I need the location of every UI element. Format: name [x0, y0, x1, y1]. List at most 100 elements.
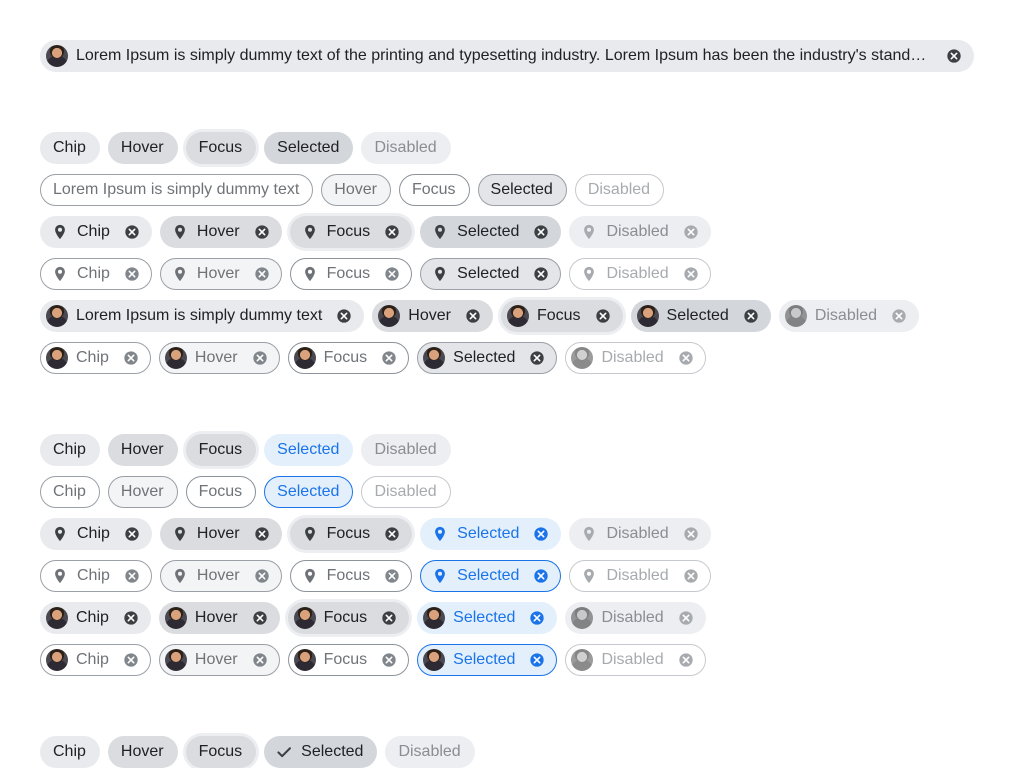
- chip-default[interactable]: Chip: [40, 342, 151, 374]
- close-circle-icon[interactable]: [533, 526, 549, 542]
- chip-label: Focus: [411, 181, 456, 198]
- chip-default[interactable]: Chip: [40, 258, 152, 290]
- close-circle-icon[interactable]: [252, 610, 268, 626]
- chip-focus[interactable]: Focus: [185, 132, 257, 164]
- close-circle-icon[interactable]: [743, 308, 759, 324]
- chip-hover[interactable]: Hover: [107, 736, 178, 768]
- close-circle-icon[interactable]: [529, 350, 545, 366]
- chip-selected[interactable]: Selected: [264, 434, 354, 466]
- chip-hover[interactable]: Hover: [159, 518, 282, 550]
- chip-focus[interactable]: Focus: [287, 342, 410, 374]
- close-circle-icon[interactable]: [124, 224, 140, 240]
- chip-hover[interactable]: Hover: [158, 602, 280, 634]
- chip-default[interactable]: Chip: [40, 736, 100, 768]
- chip-selected[interactable]: Selected: [420, 258, 562, 290]
- close-circle-icon: [683, 224, 699, 240]
- chip-focus[interactable]: Focus: [398, 174, 470, 206]
- chip-default[interactable]: Chip: [40, 476, 100, 508]
- close-circle-icon[interactable]: [946, 48, 962, 64]
- chip-default[interactable]: Chip: [40, 216, 152, 248]
- chip-disabled: Disabled: [565, 342, 706, 374]
- chip-disabled: Disabled: [569, 216, 711, 248]
- chip-label: Focus: [326, 525, 371, 542]
- chip-selected[interactable]: Selected: [264, 476, 354, 508]
- long-text-chip[interactable]: Lorem Ipsum is simply dummy text of the …: [40, 40, 974, 72]
- chip-hover[interactable]: Hover: [107, 476, 178, 508]
- chip-default[interactable]: Chip: [40, 434, 100, 466]
- chip-focus[interactable]: Focus: [185, 434, 257, 466]
- chip-hover[interactable]: Hover: [372, 300, 493, 332]
- close-circle-icon[interactable]: [123, 350, 139, 366]
- chip-focus[interactable]: Focus: [185, 736, 257, 768]
- chip-selected[interactable]: Selected: [417, 602, 558, 634]
- chip-focus[interactable]: Focus: [289, 216, 413, 248]
- chip-selected[interactable]: Selected: [420, 518, 562, 550]
- close-circle-icon[interactable]: [529, 652, 545, 668]
- close-circle-icon[interactable]: [529, 610, 545, 626]
- close-circle-icon[interactable]: [123, 652, 139, 668]
- chip-hover[interactable]: Hover: [159, 258, 282, 290]
- chip-default[interactable]: Chip: [40, 518, 152, 550]
- close-circle-icon[interactable]: [384, 568, 400, 584]
- chip-focus[interactable]: Focus: [289, 518, 413, 550]
- close-circle-icon[interactable]: [533, 568, 549, 584]
- chip-label: Chip: [77, 223, 110, 240]
- close-circle-icon[interactable]: [384, 526, 400, 542]
- close-circle-icon[interactable]: [384, 224, 400, 240]
- chip-default[interactable]: Chip: [40, 644, 151, 676]
- chip-default[interactable]: Chip: [40, 132, 100, 164]
- close-circle-icon[interactable]: [124, 568, 140, 584]
- close-circle-icon[interactable]: [254, 568, 270, 584]
- chip-hover[interactable]: Hover: [158, 644, 280, 676]
- outlined-icon-chip-row-2: Chip Hover Focus Selected Disabled: [40, 560, 711, 592]
- chip-focus[interactable]: Focus: [289, 258, 413, 290]
- chip-default[interactable]: Chip: [40, 602, 151, 634]
- chip-selected[interactable]: Selected: [477, 174, 567, 206]
- avatar: [571, 347, 594, 369]
- close-circle-icon[interactable]: [465, 308, 481, 324]
- filled-icon-chip-row-2: Chip Hover Focus Selected Disabled: [40, 518, 711, 550]
- chip-focus[interactable]: Focus: [289, 560, 413, 592]
- chip-hover[interactable]: Hover: [107, 132, 178, 164]
- chip-focus[interactable]: Focus: [185, 476, 257, 508]
- chip-default[interactable]: Chip: [40, 560, 152, 592]
- chip-selected[interactable]: Selected: [417, 342, 558, 374]
- close-circle-icon[interactable]: [533, 266, 549, 282]
- chip-disabled: Disabled: [361, 476, 451, 508]
- chip-default[interactable]: Lorem Ipsum is simply dummy text: [40, 300, 365, 332]
- chip-label: Hover: [120, 441, 164, 458]
- chip-selected[interactable]: Selected: [264, 736, 378, 768]
- outlined-chip-row: Lorem Ipsum is simply dummy text Hover F…: [40, 174, 665, 206]
- close-circle-icon[interactable]: [252, 652, 268, 668]
- chip-hover[interactable]: Hover: [159, 560, 282, 592]
- chip-selected[interactable]: Selected: [630, 300, 771, 332]
- close-circle-icon[interactable]: [384, 266, 400, 282]
- close-circle-icon[interactable]: [124, 266, 140, 282]
- chip-selected[interactable]: Selected: [420, 560, 562, 592]
- close-circle-icon[interactable]: [381, 610, 397, 626]
- chip-focus[interactable]: Focus: [287, 602, 410, 634]
- close-circle-icon[interactable]: [123, 610, 139, 626]
- close-circle-icon[interactable]: [595, 308, 611, 324]
- close-circle-icon[interactable]: [381, 652, 397, 668]
- chip-selected[interactable]: Selected: [264, 132, 354, 164]
- close-circle-icon[interactable]: [254, 526, 270, 542]
- chip-focus[interactable]: Focus: [287, 644, 410, 676]
- close-circle-icon[interactable]: [252, 350, 268, 366]
- chip-hover[interactable]: Hover: [107, 434, 178, 466]
- chip-hover[interactable]: Hover: [321, 174, 391, 206]
- chip-focus[interactable]: Focus: [500, 300, 623, 332]
- close-circle-icon[interactable]: [336, 308, 352, 324]
- chip-label: Chip: [76, 609, 109, 626]
- close-circle-icon[interactable]: [124, 526, 140, 542]
- chip-hover[interactable]: Hover: [159, 216, 282, 248]
- close-circle-icon[interactable]: [254, 266, 270, 282]
- chip-selected[interactable]: Selected: [417, 644, 558, 676]
- chip-label: Selected: [277, 441, 340, 458]
- chip-default[interactable]: Lorem Ipsum is simply dummy text: [40, 174, 314, 206]
- close-circle-icon[interactable]: [254, 224, 270, 240]
- chip-selected[interactable]: Selected: [420, 216, 562, 248]
- close-circle-icon[interactable]: [533, 224, 549, 240]
- chip-hover[interactable]: Hover: [158, 342, 280, 374]
- close-circle-icon[interactable]: [381, 350, 397, 366]
